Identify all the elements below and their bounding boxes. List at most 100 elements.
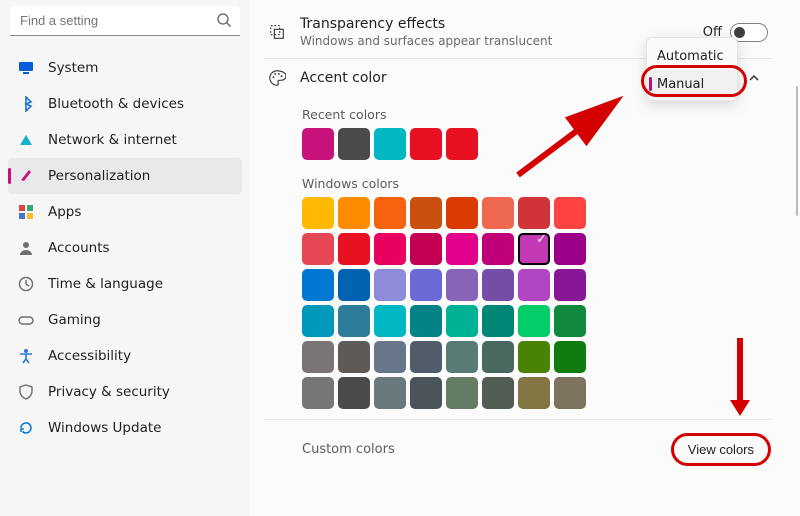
recent-colors-label: Recent colors — [302, 107, 772, 122]
search-input[interactable] — [10, 6, 240, 36]
windows-color-swatch[interactable] — [338, 233, 370, 265]
accent-mode-dropdown[interactable]: Automatic Manual — [646, 37, 738, 101]
user-icon — [18, 240, 34, 256]
color-panel: Recent colors Windows colors — [264, 97, 772, 419]
windows-color-swatch[interactable] — [482, 305, 514, 337]
windows-color-swatch[interactable] — [554, 269, 586, 301]
settings-sidebar: System Bluetooth & devices Network & inter… — [0, 0, 250, 516]
windows-color-swatch[interactable] — [446, 341, 478, 373]
windows-color-swatch[interactable] — [338, 197, 370, 229]
windows-color-swatch[interactable] — [410, 269, 442, 301]
windows-color-swatch[interactable] — [482, 269, 514, 301]
windows-colors-label: Windows colors — [302, 176, 772, 191]
windows-color-swatch[interactable] — [374, 305, 406, 337]
windows-color-swatch[interactable] — [446, 305, 478, 337]
sidebar-item-label: System — [48, 60, 98, 76]
apps-icon — [18, 204, 34, 220]
sidebar-item-label: Personalization — [48, 168, 150, 184]
recent-color-swatch[interactable] — [374, 128, 406, 160]
bluetooth-icon — [18, 96, 34, 112]
windows-color-swatch[interactable] — [482, 197, 514, 229]
sidebar-item-label: Privacy & security — [48, 384, 170, 400]
windows-color-swatch[interactable] — [302, 377, 334, 409]
windows-color-swatch[interactable] — [518, 233, 550, 265]
sidebar-item-apps[interactable]: Apps — [8, 194, 242, 230]
windows-color-swatch[interactable] — [446, 269, 478, 301]
sidebar-item-network-internet[interactable]: Network & internet — [8, 122, 242, 158]
sidebar-item-label: Accessibility — [48, 348, 131, 364]
update-icon — [18, 420, 34, 436]
windows-color-swatch[interactable] — [554, 377, 586, 409]
transparency-subtitle: Windows and surfaces appear translucent — [300, 34, 703, 48]
windows-color-swatch[interactable] — [554, 233, 586, 265]
windows-color-swatch[interactable] — [482, 377, 514, 409]
recent-colors-row — [302, 128, 772, 160]
recent-color-swatch[interactable] — [446, 128, 478, 160]
toggle-knob — [734, 27, 745, 38]
accent-title: Accent color — [300, 70, 648, 86]
windows-color-swatch[interactable] — [410, 377, 442, 409]
sidebar-item-label: Network & internet — [48, 132, 177, 148]
sidebar-item-accessibility[interactable]: Accessibility — [8, 338, 242, 374]
settings-main: Transparency effects Windows and surface… — [250, 0, 800, 516]
custom-colors-row: Custom colors View colors — [264, 420, 772, 471]
windows-color-swatch[interactable] — [518, 341, 550, 373]
scrollbar-thumb[interactable] — [796, 86, 798, 216]
windows-color-swatch[interactable] — [518, 269, 550, 301]
windows-color-swatch[interactable] — [302, 233, 334, 265]
sidebar-item-personalization[interactable]: Personalization — [8, 158, 242, 194]
sidebar-item-label: Gaming — [48, 312, 101, 328]
view-colors-button[interactable]: View colors — [674, 436, 768, 463]
recent-color-swatch[interactable] — [302, 128, 334, 160]
custom-colors-label: Custom colors — [302, 442, 674, 457]
search-wrap — [10, 6, 240, 36]
windows-color-swatch[interactable] — [374, 269, 406, 301]
dropdown-option-automatic[interactable]: Automatic — [647, 42, 737, 70]
windows-color-swatch[interactable] — [302, 269, 334, 301]
windows-color-swatch[interactable] — [374, 341, 406, 373]
windows-color-swatch[interactable] — [554, 305, 586, 337]
windows-color-swatch[interactable] — [410, 197, 442, 229]
windows-color-swatch[interactable] — [482, 233, 514, 265]
windows-color-swatch[interactable] — [518, 377, 550, 409]
windows-color-swatch[interactable] — [302, 341, 334, 373]
wifi-icon — [18, 132, 34, 148]
dropdown-option-manual[interactable]: Manual — [647, 70, 737, 98]
windows-color-swatch[interactable] — [518, 305, 550, 337]
windows-color-swatch[interactable] — [338, 341, 370, 373]
brush-icon — [18, 168, 34, 184]
sidebar-item-system[interactable]: System — [8, 50, 242, 86]
recent-color-swatch[interactable] — [410, 128, 442, 160]
windows-color-swatch[interactable] — [446, 233, 478, 265]
windows-color-swatch[interactable] — [374, 377, 406, 409]
windows-color-swatch[interactable] — [554, 341, 586, 373]
windows-color-swatch[interactable] — [302, 305, 334, 337]
windows-color-swatch[interactable] — [410, 341, 442, 373]
windows-color-swatch[interactable] — [446, 197, 478, 229]
chevron-up-icon[interactable] — [747, 71, 761, 85]
sidebar-item-time-language[interactable]: Time & language — [8, 266, 242, 302]
recent-color-swatch[interactable] — [338, 128, 370, 160]
windows-color-swatch[interactable] — [410, 233, 442, 265]
windows-color-swatch[interactable] — [518, 197, 550, 229]
windows-color-swatch[interactable] — [374, 197, 406, 229]
windows-color-swatch[interactable] — [374, 233, 406, 265]
accent-row[interactable]: Accent color Automatic Manual — [264, 59, 772, 97]
windows-colors-grid — [302, 197, 592, 409]
sidebar-item-bluetooth-devices[interactable]: Bluetooth & devices — [8, 86, 242, 122]
sidebar-item-privacy-security[interactable]: Privacy & security — [8, 374, 242, 410]
windows-color-swatch[interactable] — [554, 197, 586, 229]
sidebar-item-gaming[interactable]: Gaming — [8, 302, 242, 338]
windows-color-swatch[interactable] — [338, 305, 370, 337]
windows-color-swatch[interactable] — [302, 197, 334, 229]
windows-color-swatch[interactable] — [446, 377, 478, 409]
sidebar-item-label: Windows Update — [48, 420, 161, 436]
windows-color-swatch[interactable] — [338, 377, 370, 409]
sidebar-item-accounts[interactable]: Accounts — [8, 230, 242, 266]
sidebar-item-windows-update[interactable]: Windows Update — [8, 410, 242, 446]
search-icon — [216, 12, 232, 28]
windows-color-swatch[interactable] — [410, 305, 442, 337]
windows-color-swatch[interactable] — [482, 341, 514, 373]
monitor-icon — [18, 60, 34, 76]
windows-color-swatch[interactable] — [338, 269, 370, 301]
